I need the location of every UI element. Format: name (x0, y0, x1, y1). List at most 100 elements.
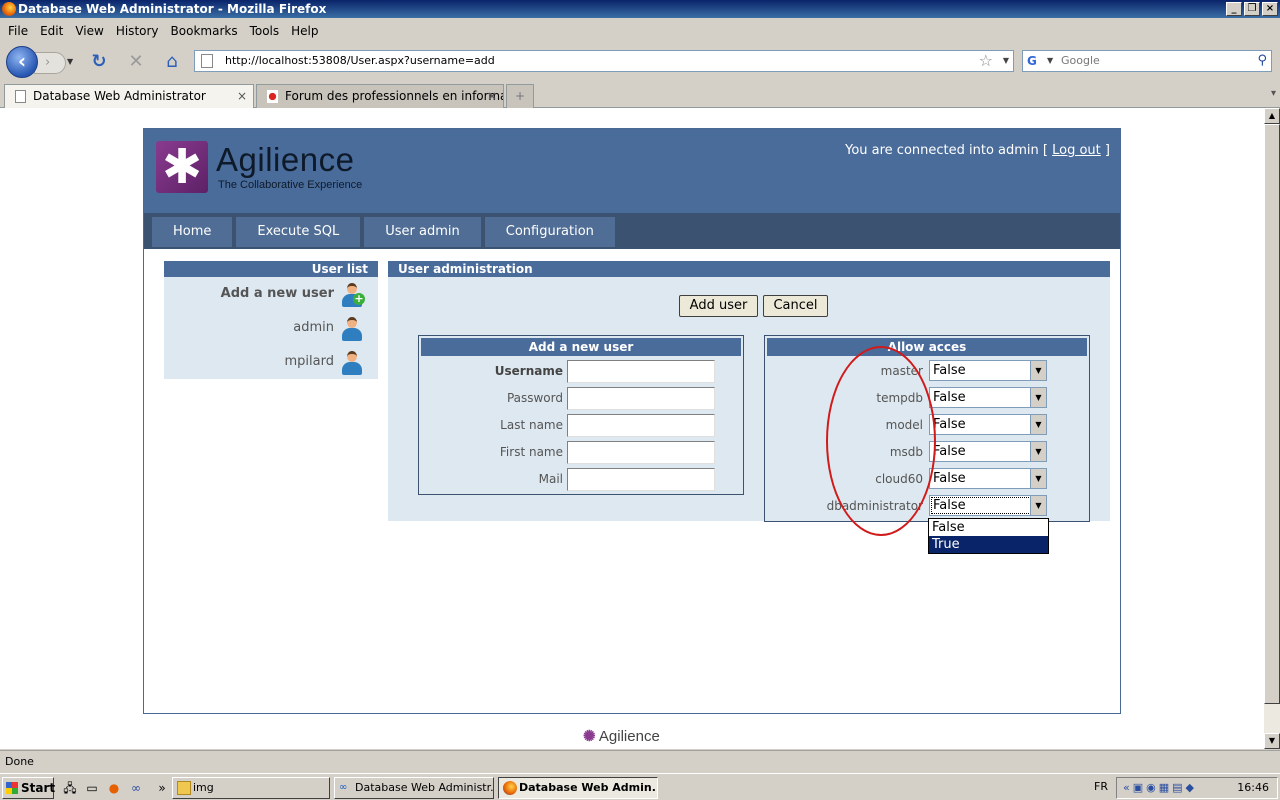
tab-database-admin[interactable]: Database Web Administrator × (4, 84, 254, 109)
access-select-model[interactable]: False ▼ (929, 414, 1047, 435)
taskbar-label: img (193, 781, 214, 794)
new-tab-button[interactable]: + (506, 84, 534, 108)
password-field[interactable] (567, 387, 715, 410)
allow-access-title: Allow acces (767, 338, 1087, 356)
minimize-button[interactable]: _ (1226, 2, 1242, 16)
first-name-field[interactable] (567, 441, 715, 464)
connected-text: You are connected into admin [ (845, 143, 1053, 158)
visual-studio-icon: ∞ (339, 782, 348, 793)
access-select-tempdb[interactable]: False ▼ (929, 387, 1047, 408)
tab-list-icon[interactable]: ▾ (1271, 88, 1276, 99)
chevron-down-icon[interactable]: ▼ (1030, 415, 1046, 434)
chevron-down-icon[interactable]: ▼ (1030, 496, 1046, 515)
firefox-quicklaunch-icon[interactable]: ● (106, 780, 122, 796)
chevron-down-icon[interactable]: ▼ (1030, 469, 1046, 488)
first-name-row: First name (419, 441, 743, 465)
add-new-user-link[interactable]: Add a new user + (164, 277, 378, 311)
url-dropdown-icon[interactable]: ▼ (1003, 51, 1009, 71)
clock: 16:46 (1237, 781, 1269, 794)
google-icon[interactable]: G (1027, 54, 1043, 68)
menu-file[interactable]: File (2, 24, 34, 38)
add-user-button[interactable]: Add user (679, 295, 758, 317)
network-icon[interactable]: 🖧 (62, 780, 78, 796)
db-label: tempdb (876, 391, 923, 405)
firefox-icon (503, 781, 517, 795)
db-label: dbadministrator (826, 499, 923, 513)
tray-icons[interactable]: «▣◉▦▤◆ (1123, 778, 1197, 798)
chevron-down-icon[interactable]: ▼ (1030, 361, 1046, 380)
user-administration-title: User administration (388, 261, 1110, 277)
desktop-icon[interactable]: ▭ (84, 780, 100, 796)
search-engine-dropdown-icon[interactable]: ▼ (1047, 51, 1053, 71)
menu-help[interactable]: Help (285, 24, 324, 38)
nav-home[interactable]: Home (152, 217, 233, 247)
access-row-msdb: msdb False ▼ (765, 441, 1089, 465)
user-list-item[interactable]: mpilard (164, 345, 378, 379)
access-select-cloud60[interactable]: False ▼ (929, 468, 1047, 489)
last-name-field[interactable] (567, 414, 715, 437)
close-window-button[interactable]: × (1262, 2, 1278, 16)
cancel-button[interactable]: Cancel (763, 295, 828, 317)
close-tab-icon[interactable]: × (237, 85, 247, 107)
chevron-down-icon[interactable]: ▼ (1030, 442, 1046, 461)
tab-label: Database Web Administrator (33, 89, 206, 103)
vertical-scrollbar[interactable]: ▲ ▼ (1264, 108, 1280, 749)
scroll-up-icon[interactable]: ▲ (1264, 108, 1280, 124)
footer-logo-text: Agilience (598, 728, 660, 745)
access-select-dbadministrator[interactable]: False ▼ (929, 495, 1047, 516)
agilience-small-icon: ✺ (583, 728, 596, 745)
connected-suffix: ] (1100, 143, 1110, 158)
mail-field[interactable] (567, 468, 715, 491)
nav-user-admin[interactable]: User admin (364, 217, 481, 247)
username-field[interactable] (567, 360, 715, 383)
url-bar[interactable]: http://localhost:53808/User.aspx?usernam… (194, 50, 1014, 72)
dropdown-option-false[interactable]: False (929, 519, 1048, 536)
taskbar-button-img[interactable]: img (172, 777, 330, 799)
start-button[interactable]: Start (2, 777, 55, 799)
home-icon[interactable]: ⌂ (162, 52, 182, 72)
access-select-master[interactable]: False ▼ (929, 360, 1047, 381)
search-input[interactable]: Google (1061, 51, 1100, 71)
bookmark-star-icon[interactable]: ☆ (979, 51, 993, 71)
windows-taskbar: Start 🖧 ▭ ● ∞ » img ∞ Database Web Admini… (0, 773, 1280, 800)
nav-execute-sql[interactable]: Execute SQL (236, 217, 361, 247)
taskbar-button-vs[interactable]: ∞ Database Web Administr... (334, 777, 494, 799)
forward-button[interactable]: › (34, 52, 66, 74)
search-icon[interactable]: ⚲ (1257, 51, 1267, 71)
firefox-icon (2, 2, 16, 16)
search-bar[interactable]: G ▼ Google ⚲ (1022, 50, 1272, 72)
nav-configuration[interactable]: Configuration (484, 217, 615, 247)
menu-view[interactable]: View (69, 24, 109, 38)
more-icons-chevron-icon[interactable]: » (154, 780, 170, 796)
logout-link[interactable]: Log out (1052, 143, 1101, 158)
dropdown-option-true[interactable]: True (929, 536, 1048, 553)
history-dropdown-icon[interactable]: ▼ (67, 57, 73, 66)
url-text[interactable]: http://localhost:53808/User.aspx?usernam… (225, 51, 495, 71)
visual-studio-icon[interactable]: ∞ (128, 780, 144, 796)
scroll-down-icon[interactable]: ▼ (1264, 733, 1280, 749)
select-value: False (933, 498, 966, 513)
close-tab-icon[interactable]: × (487, 85, 497, 107)
chevron-down-icon[interactable]: ▼ (1030, 388, 1046, 407)
username-label: Username (494, 364, 563, 378)
menu-history[interactable]: History (110, 24, 165, 38)
tab-forum[interactable]: Forum des professionnels en informatiq..… (256, 84, 504, 108)
menu-tools[interactable]: Tools (244, 24, 286, 38)
menu-edit[interactable]: Edit (34, 24, 69, 38)
mail-row: Mail (419, 468, 743, 492)
scroll-thumb[interactable] (1264, 124, 1280, 704)
back-button[interactable]: ‹ (6, 46, 38, 78)
access-select-msdb[interactable]: False ▼ (929, 441, 1047, 462)
menu-bookmarks[interactable]: Bookmarks (165, 24, 244, 38)
restore-button[interactable]: ❐ (1244, 2, 1260, 16)
language-indicator[interactable]: FR (1094, 780, 1108, 793)
select-value: False (933, 417, 966, 432)
page-icon (201, 54, 213, 68)
user-list-item[interactable]: admin (164, 311, 378, 345)
stop-icon[interactable]: ✕ (126, 52, 146, 72)
taskbar-button-firefox[interactable]: Database Web Admin... (498, 777, 658, 799)
taskbar-label: Database Web Administr... (355, 781, 494, 794)
reload-icon[interactable]: ↻ (89, 52, 109, 72)
last-name-row: Last name (419, 414, 743, 438)
logo-name: Agilience (216, 141, 355, 178)
